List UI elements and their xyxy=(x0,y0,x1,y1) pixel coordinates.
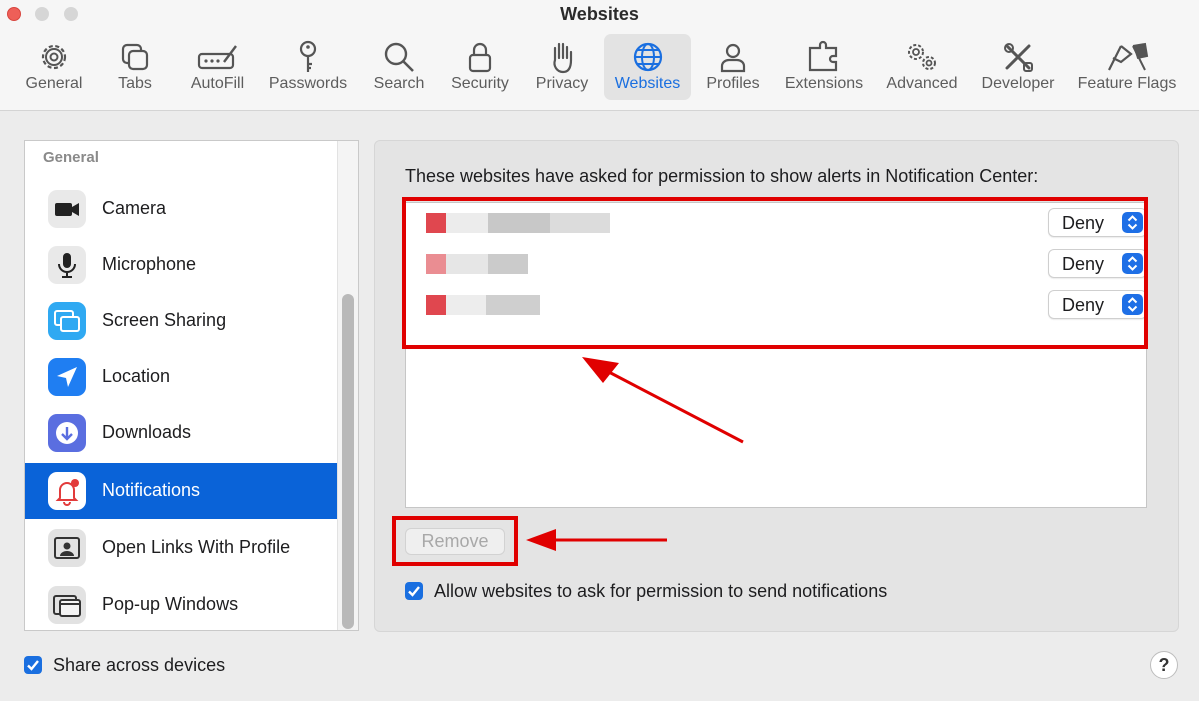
notifications-icon xyxy=(48,472,86,510)
tab-security[interactable]: Security xyxy=(444,34,516,100)
tab-websites[interactable]: Websites xyxy=(604,34,691,100)
hand-icon xyxy=(553,42,573,74)
annotation-highlight-list xyxy=(402,197,1148,349)
sidebar-scrollbar[interactable] xyxy=(337,141,358,630)
sidebar-item-location[interactable]: Location xyxy=(25,349,339,405)
tab-label: AutoFill xyxy=(190,75,245,92)
window-title: Websites xyxy=(560,4,639,24)
sidebar-item-label: Notifications xyxy=(102,480,201,500)
tab-search[interactable]: Search xyxy=(366,34,432,100)
permissions-sidebar: General Camera Microphone Screen Sharing… xyxy=(24,140,359,631)
tab-developer[interactable]: Developer xyxy=(974,34,1062,100)
annotation-highlight-remove xyxy=(392,516,518,566)
checkmark-icon xyxy=(408,586,420,597)
tab-label: Passwords xyxy=(268,75,348,92)
help-button[interactable]: ? xyxy=(1150,651,1178,679)
location-icon xyxy=(48,358,86,396)
globe-icon xyxy=(633,42,662,72)
microphone-icon xyxy=(48,246,86,284)
tab-label: Advanced xyxy=(886,75,958,92)
screen-sharing-icon xyxy=(48,302,86,340)
share-across-devices-label: Share across devices xyxy=(53,655,226,675)
sidebar-item-label: Location xyxy=(102,366,171,386)
search-icon xyxy=(384,42,414,72)
window-titlebar: Websites General Tabs AutoFill Passwords… xyxy=(0,0,1199,111)
tab-passwords[interactable]: Passwords xyxy=(264,34,352,100)
tab-autofill[interactable]: AutoFill xyxy=(180,34,255,100)
autofill-icon xyxy=(197,45,237,70)
tab-extensions[interactable]: Extensions xyxy=(778,34,870,100)
sidebar-item-popup-windows[interactable]: Pop-up Windows xyxy=(25,577,339,630)
tab-feature-flags[interactable]: Feature Flags xyxy=(1072,34,1182,100)
tab-tabs[interactable]: Tabs xyxy=(104,34,166,100)
profile-links-icon xyxy=(48,529,86,567)
sidebar-item-notifications[interactable]: Notifications xyxy=(25,463,339,519)
sidebar-item-camera[interactable]: Camera xyxy=(25,181,339,237)
allow-permission-label: Allow websites to ask for permission to … xyxy=(434,581,888,601)
lock-icon xyxy=(468,42,492,73)
sidebar-item-downloads[interactable]: Downloads xyxy=(25,405,339,461)
tools-icon xyxy=(1004,43,1033,72)
sidebar-item-label: Camera xyxy=(102,198,167,218)
puzzle-icon xyxy=(808,40,838,72)
tabs-icon xyxy=(121,43,149,71)
preferences-toolbar: General Tabs AutoFill Passwords Search S… xyxy=(0,34,1199,104)
sidebar-item-label: Screen Sharing xyxy=(102,310,227,330)
tab-label: Developer xyxy=(981,75,1055,92)
sidebar-item-open-links-with-profile[interactable]: Open Links With Profile xyxy=(25,520,339,576)
allow-permission-checkbox[interactable] xyxy=(405,582,423,600)
sidebar-scroll-thumb[interactable] xyxy=(342,294,354,629)
share-across-devices-checkbox[interactable] xyxy=(24,656,42,674)
tab-label: Websites xyxy=(614,75,681,92)
flags-icon xyxy=(1108,42,1149,71)
sidebar-item-screen-sharing[interactable]: Screen Sharing xyxy=(25,293,339,349)
sidebar-item-microphone[interactable]: Microphone xyxy=(25,237,339,293)
person-icon xyxy=(720,43,746,73)
sidebar-item-label: Pop-up Windows xyxy=(102,594,239,614)
tab-label: Feature Flags xyxy=(1077,75,1177,92)
sidebar-item-label: Open Links With Profile xyxy=(102,537,291,557)
tab-label: General xyxy=(25,75,83,92)
gear-icon xyxy=(41,44,67,70)
tab-label: Tabs xyxy=(118,75,152,92)
tab-label: Search xyxy=(373,75,425,92)
tab-label: Security xyxy=(451,75,509,92)
tab-general[interactable]: General xyxy=(20,34,88,100)
gears-icon xyxy=(908,44,936,70)
sidebar-item-label: Microphone xyxy=(102,254,197,274)
tab-label: Extensions xyxy=(784,75,864,92)
tab-privacy[interactable]: Privacy xyxy=(528,34,596,100)
panel-heading: These websites have asked for permission… xyxy=(405,166,1039,186)
checkmark-icon xyxy=(27,660,39,671)
tab-label: Privacy xyxy=(535,75,589,92)
sidebar-section-header: General xyxy=(43,149,99,166)
tab-label: Profiles xyxy=(706,75,760,92)
tab-profiles[interactable]: Profiles xyxy=(698,34,768,100)
key-icon xyxy=(299,40,317,72)
popup-windows-icon xyxy=(48,586,86,624)
downloads-icon xyxy=(48,414,86,452)
sidebar-item-label: Downloads xyxy=(102,422,192,442)
tab-advanced[interactable]: Advanced xyxy=(880,34,964,100)
camera-icon xyxy=(48,190,86,228)
